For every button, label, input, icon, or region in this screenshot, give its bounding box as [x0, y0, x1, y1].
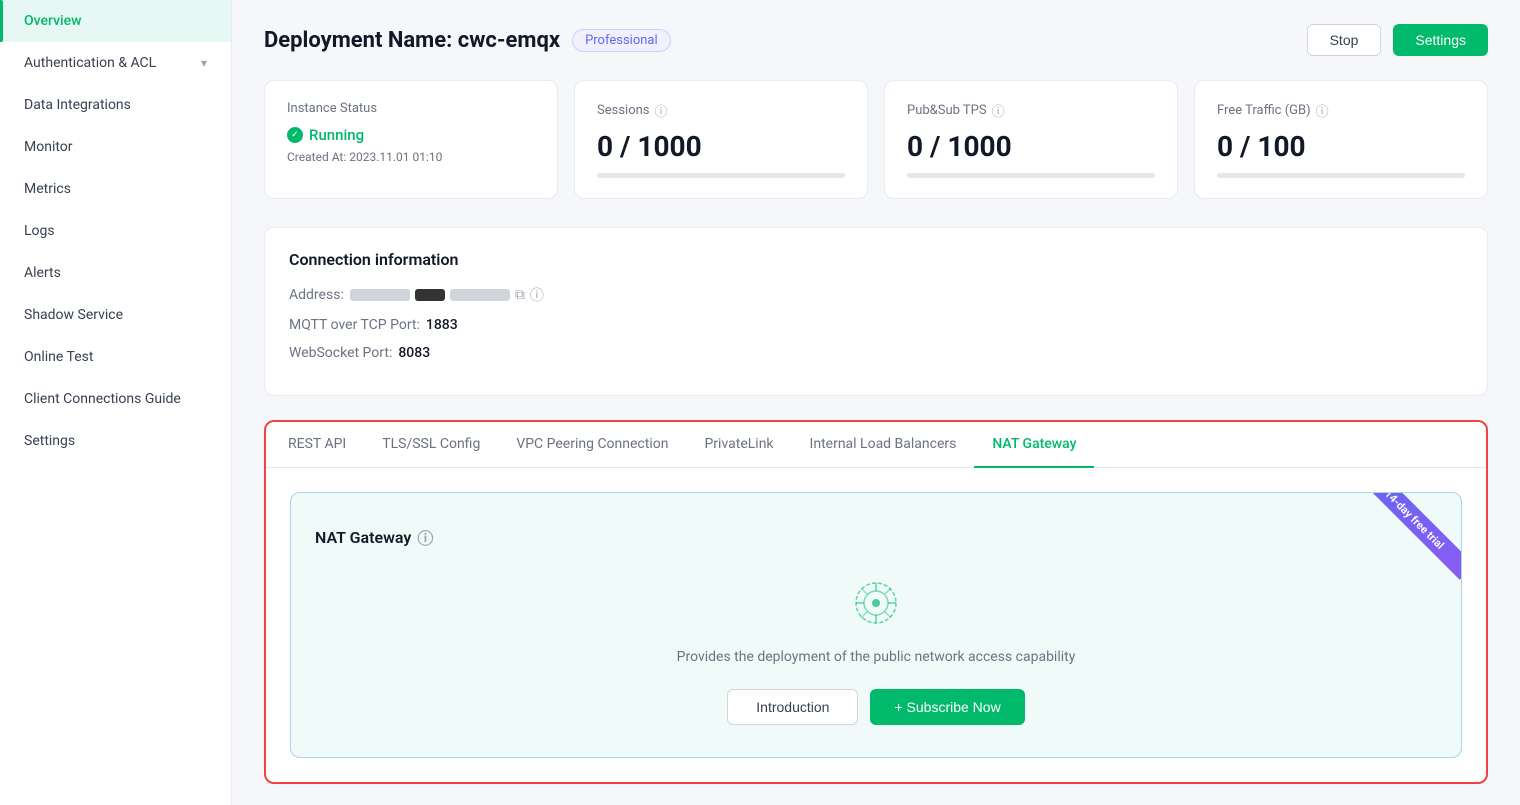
- created-at: Created At: 2023.11.01 01:10: [287, 150, 535, 164]
- page-header-left: Deployment Name: cwc-emqx Professional: [264, 28, 671, 53]
- chevron-down-icon: ▾: [201, 56, 207, 70]
- nat-gateway-actions: Introduction + Subscribe Now: [315, 689, 1437, 725]
- websocket-port-value: 8083: [398, 345, 430, 361]
- pub-sub-help-icon: ⓘ: [992, 101, 1005, 120]
- sidebar-item-label: Online Test: [24, 349, 93, 365]
- sidebar-item-label: Client Connections Guide: [24, 391, 181, 407]
- websocket-port-row: WebSocket Port: 8083: [289, 345, 1463, 361]
- sidebar-item-overview[interactable]: Overview: [0, 0, 231, 42]
- tab-rest-api[interactable]: REST API: [270, 422, 364, 468]
- mqtt-port-label: MQTT over TCP Port:: [289, 317, 420, 333]
- tab-private-link[interactable]: PrivateLink: [686, 422, 791, 468]
- nat-gateway-help-icon: ⓘ: [417, 525, 433, 549]
- free-traffic-card: Free Traffic (GB) ⓘ 0 / 100: [1194, 80, 1488, 199]
- sessions-card: Sessions ⓘ 0 / 1000: [574, 80, 868, 199]
- nat-gateway-inner: 14-day free trial NAT Gateway ⓘ: [290, 492, 1462, 758]
- address-blur-3: [450, 289, 510, 301]
- sessions-value: 0 / 1000: [597, 130, 845, 163]
- sidebar-item-client-connections-guide[interactable]: Client Connections Guide: [0, 378, 231, 420]
- pub-sub-progress-bar: [907, 173, 1155, 178]
- stop-button[interactable]: Stop: [1307, 24, 1382, 56]
- sessions-help-icon: ⓘ: [655, 101, 668, 120]
- page-header: Deployment Name: cwc-emqx Professional S…: [264, 24, 1488, 56]
- sidebar-item-auth-acl[interactable]: Authentication & ACL ▾: [0, 42, 231, 84]
- free-traffic-label: Free Traffic (GB) ⓘ: [1217, 101, 1465, 120]
- professional-badge: Professional: [572, 29, 671, 52]
- free-traffic-progress-bar: [1217, 173, 1465, 178]
- sidebar-item-label: Authentication & ACL: [24, 55, 156, 71]
- pub-sub-tps-label: Pub&Sub TPS ⓘ: [907, 101, 1155, 120]
- sidebar-item-data-integrations[interactable]: Data Integrations: [0, 84, 231, 126]
- nat-gateway-icon: [846, 573, 906, 633]
- address-value: ⧉ ⓘ: [350, 285, 544, 305]
- pub-sub-tps-value: 0 / 1000: [907, 130, 1155, 163]
- sidebar-item-monitor[interactable]: Monitor: [0, 126, 231, 168]
- main-content: Deployment Name: cwc-emqx Professional S…: [232, 0, 1520, 805]
- sessions-progress-bar: [597, 173, 845, 178]
- connection-info-section: Connection information Address: ⧉ ⓘ MQTT…: [264, 227, 1488, 396]
- tab-nat-gateway[interactable]: NAT Gateway: [974, 422, 1094, 468]
- copy-icon[interactable]: ⧉: [515, 287, 525, 303]
- sidebar-item-label: Data Integrations: [24, 97, 131, 113]
- status-cards: Instance Status Running Created At: 2023…: [264, 80, 1488, 199]
- settings-button[interactable]: Settings: [1393, 24, 1488, 56]
- nat-gateway-panel: 14-day free trial NAT Gateway ⓘ: [266, 468, 1486, 782]
- tabs-nav: REST API TLS/SSL Config VPC Peering Conn…: [266, 422, 1486, 468]
- sidebar-item-online-test[interactable]: Online Test: [0, 336, 231, 378]
- address-blur-1: [350, 289, 410, 301]
- mqtt-port-value: 1883: [426, 317, 458, 333]
- sessions-label: Sessions ⓘ: [597, 101, 845, 120]
- subscribe-now-button[interactable]: + Subscribe Now: [870, 689, 1024, 725]
- free-traffic-value: 0 / 100: [1217, 130, 1465, 163]
- sidebar-item-label: Shadow Service: [24, 307, 123, 323]
- address-blur-2: [415, 289, 445, 301]
- address-row: Address: ⧉ ⓘ: [289, 285, 1463, 305]
- tab-internal-lb[interactable]: Internal Load Balancers: [792, 422, 975, 468]
- pub-sub-tps-card: Pub&Sub TPS ⓘ 0 / 1000: [884, 80, 1178, 199]
- running-dot-icon: [287, 127, 303, 143]
- sidebar-item-label: Overview: [24, 13, 81, 29]
- sidebar-item-label: Monitor: [24, 139, 73, 155]
- page-title: Deployment Name: cwc-emqx: [264, 28, 560, 53]
- sidebar-item-label: Settings: [24, 433, 75, 449]
- instance-status-label: Instance Status: [287, 101, 535, 116]
- sidebar-item-shadow-service[interactable]: Shadow Service: [0, 294, 231, 336]
- sidebar-item-metrics[interactable]: Metrics: [0, 168, 231, 210]
- instance-status-card: Instance Status Running Created At: 2023…: [264, 80, 558, 199]
- sidebar-item-logs[interactable]: Logs: [0, 210, 231, 252]
- header-actions: Stop Settings: [1307, 24, 1488, 56]
- websocket-port-label: WebSocket Port:: [289, 345, 392, 361]
- introduction-button[interactable]: Introduction: [727, 689, 858, 725]
- sidebar-item-label: Alerts: [24, 265, 61, 281]
- sidebar-item-label: Metrics: [24, 181, 71, 197]
- nat-gateway-description: Provides the deployment of the public ne…: [315, 649, 1437, 665]
- trial-ribbon: 14-day free trial: [1371, 493, 1461, 580]
- tab-vpc-peering[interactable]: VPC Peering Connection: [498, 422, 686, 468]
- running-status: Running: [287, 126, 535, 144]
- connection-info-title: Connection information: [289, 250, 1463, 269]
- sidebar-item-settings[interactable]: Settings: [0, 420, 231, 462]
- tabs-section: REST API TLS/SSL Config VPC Peering Conn…: [264, 420, 1488, 784]
- address-label: Address:: [289, 287, 344, 303]
- sidebar-item-label: Logs: [24, 223, 55, 239]
- sidebar: Overview Authentication & ACL ▾ Data Int…: [0, 0, 232, 805]
- sidebar-item-alerts[interactable]: Alerts: [0, 252, 231, 294]
- address-help-icon: ⓘ: [530, 285, 544, 305]
- nat-gateway-title: NAT Gateway ⓘ: [315, 525, 1437, 549]
- free-traffic-help-icon: ⓘ: [1316, 101, 1329, 120]
- tab-tls-ssl[interactable]: TLS/SSL Config: [364, 422, 498, 468]
- mqtt-port-row: MQTT over TCP Port: 1883: [289, 317, 1463, 333]
- trial-ribbon-wrap: 14-day free trial: [1371, 493, 1461, 583]
